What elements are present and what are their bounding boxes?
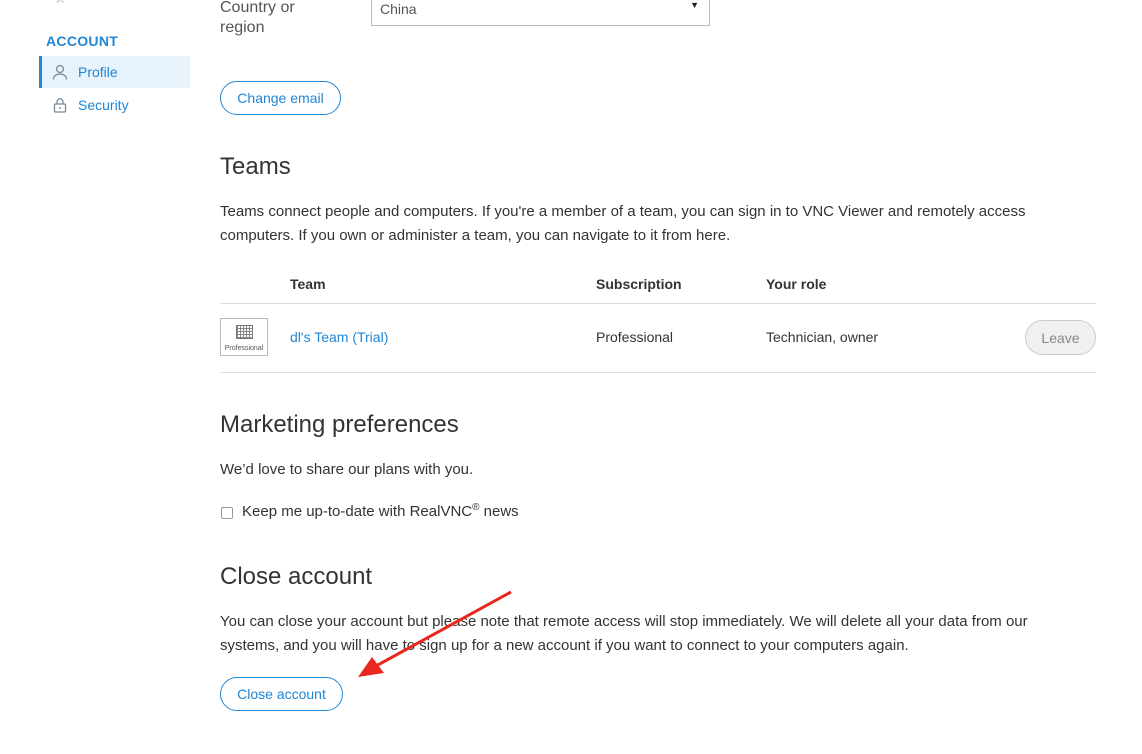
chevron-down-icon: ▼: [690, 0, 699, 10]
leave-team-button[interactable]: Leave: [1025, 320, 1096, 355]
table-divider: [220, 303, 1096, 304]
sidebar-item-security[interactable]: Security: [39, 89, 190, 121]
marketing-title: Marketing preferences: [220, 411, 459, 438]
sidebar-item-label: Security: [78, 97, 129, 113]
team-role: Technician, owner: [766, 329, 879, 345]
column-role: Your role: [766, 276, 827, 292]
column-subscription: Subscription: [596, 276, 682, 292]
team-logo: Professional: [220, 318, 268, 356]
team-link[interactable]: dl's Team (Trial): [290, 329, 388, 345]
sidebar: ☆ ACCOUNT Profile Security: [0, 0, 200, 754]
close-account-title: Close account: [220, 563, 373, 590]
sidebar-heading: ACCOUNT: [46, 33, 119, 49]
user-icon: [52, 64, 68, 80]
close-account-button[interactable]: Close account: [220, 677, 343, 711]
marketing-description: We’d love to share our plans with you.: [220, 461, 474, 478]
teams-description: Teams connect people and computers. If y…: [220, 203, 1026, 244]
building-icon: [236, 325, 253, 339]
sidebar-item-profile[interactable]: Profile: [39, 56, 190, 88]
marketing-checkbox[interactable]: [221, 507, 233, 519]
lock-icon: [53, 98, 67, 113]
checkbox-label-suffix: news: [479, 503, 519, 520]
country-label: Country or region: [220, 0, 295, 36]
column-team: Team: [290, 276, 326, 292]
team-logo-label: Professional: [224, 345, 264, 352]
star-icon: ☆: [54, 0, 67, 7]
checkbox-label-text: Keep me up-to-date with RealVNC: [242, 503, 473, 520]
marketing-checkbox-label[interactable]: Keep me up-to-date with RealVNC® news: [242, 502, 519, 520]
team-subscription: Professional: [596, 329, 674, 345]
country-select[interactable]: China ▼: [371, 0, 710, 26]
country-value: China: [380, 1, 417, 17]
close-account-description: You can close your account but please no…: [220, 613, 1028, 654]
registered-mark: ®: [472, 502, 480, 513]
change-email-button[interactable]: Change email: [220, 81, 341, 115]
teams-title: Teams: [220, 153, 291, 180]
sidebar-item-label: Profile: [78, 64, 118, 80]
table-divider: [220, 372, 1096, 373]
